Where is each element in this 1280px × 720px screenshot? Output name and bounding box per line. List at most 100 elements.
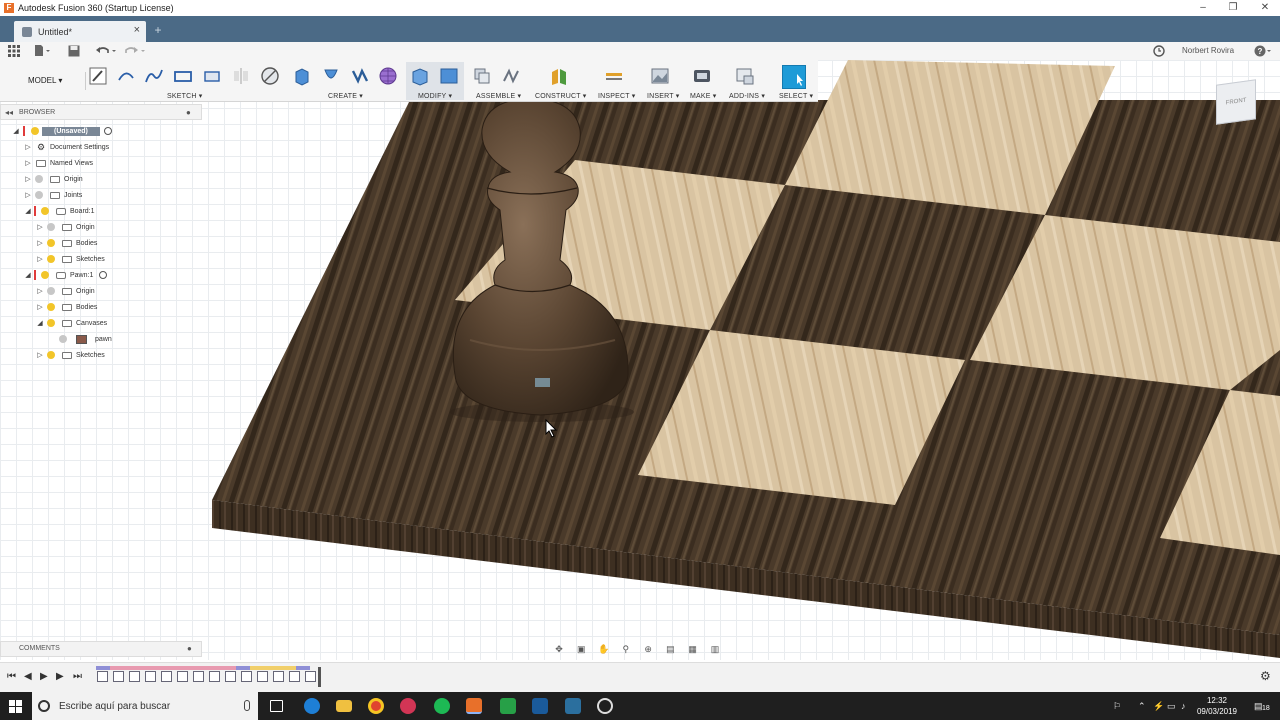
toolbar-group-inspect[interactable]: INSPECT ▾ xyxy=(598,92,635,100)
timeline-feature[interactable] xyxy=(193,671,204,682)
view-cube[interactable]: FRONT xyxy=(1216,79,1256,125)
data-panel-grid-icon[interactable] xyxy=(8,45,20,57)
timeline-settings-gear-icon[interactable]: ⚙ xyxy=(1260,669,1271,683)
expanded-triangle-icon[interactable]: ◢ xyxy=(12,127,20,135)
sweep-icon[interactable] xyxy=(350,66,370,86)
timeline-feature-sketch[interactable] xyxy=(97,671,108,682)
form-icon[interactable] xyxy=(378,66,398,86)
visibility-bulb-icon[interactable] xyxy=(31,127,39,135)
collapsed-triangle-icon[interactable]: ▷ xyxy=(24,191,32,199)
job-status-clock-icon[interactable] xyxy=(1153,45,1165,57)
timeline-feature[interactable] xyxy=(289,671,300,682)
fit-icon[interactable]: ⊕ xyxy=(641,643,655,655)
create-sketch-icon[interactable] xyxy=(88,66,108,86)
collapsed-triangle-icon[interactable]: ▷ xyxy=(36,223,44,231)
toolbar-group-make[interactable]: MAKE ▾ xyxy=(690,92,717,100)
task-view-icon[interactable] xyxy=(270,700,283,712)
press-pull-icon[interactable] xyxy=(410,66,430,86)
collapsed-triangle-icon[interactable]: ▷ xyxy=(36,239,44,247)
toolbar-group-assemble[interactable]: ASSEMBLE ▾ xyxy=(476,92,521,100)
visibility-bulb-icon[interactable] xyxy=(41,207,49,215)
network-icon[interactable]: ⚡ xyxy=(1153,692,1164,720)
user-account-menu[interactable]: Norbert Rovira xyxy=(1182,43,1248,59)
browser-item-pawn-origin[interactable]: ▷ Origin xyxy=(36,283,95,299)
toolbar-group-create[interactable]: CREATE ▾ xyxy=(328,92,363,100)
visibility-bulb-icon[interactable] xyxy=(41,271,49,279)
visibility-bulb-icon[interactable] xyxy=(35,175,43,183)
timeline-feature[interactable] xyxy=(177,671,188,682)
timeline-start-icon[interactable]: ⏮ xyxy=(7,671,16,682)
show-hidden-icons-chevron-up-icon[interactable]: ⌃ xyxy=(1138,692,1146,720)
comments-panel[interactable]: COMMENTS ● xyxy=(0,641,202,657)
browser-item-document-settings[interactable]: ▷ ⚙ Document Settings xyxy=(24,139,109,155)
timeline-feature-canvas[interactable] xyxy=(257,671,268,682)
browser-item-board[interactable]: ◢ Board:1 xyxy=(24,203,95,219)
collapsed-triangle-icon[interactable]: ▷ xyxy=(24,143,32,151)
spotify-icon[interactable] xyxy=(434,698,450,714)
close-window-button[interactable]: ✕ xyxy=(1250,0,1280,16)
minimize-button[interactable]: – xyxy=(1188,0,1218,16)
close-tab-icon[interactable]: × xyxy=(134,24,140,36)
browser-item-board-bodies[interactable]: ▷ Bodies xyxy=(36,235,97,251)
timeline-feature[interactable] xyxy=(225,671,236,682)
timeline-feature[interactable] xyxy=(273,671,284,682)
document-tab[interactable]: Untitled* × xyxy=(14,21,146,42)
timeline-play-icon[interactable]: ▶ xyxy=(40,671,48,682)
timeline-marker[interactable] xyxy=(318,667,321,687)
people-icon[interactable]: ⚐ xyxy=(1113,692,1121,720)
line-icon[interactable] xyxy=(116,66,136,86)
rectangle-icon[interactable] xyxy=(173,66,193,86)
browser-pin-icon[interactable]: ● xyxy=(186,108,191,117)
browser-item-canvases[interactable]: ◢ Canvases xyxy=(36,315,107,331)
browser-item-pawn-bodies[interactable]: ▷ Bodies xyxy=(36,299,97,315)
toolbar-group-select[interactable]: SELECT ▾ xyxy=(779,92,813,100)
attached-canvas-icon[interactable] xyxy=(650,66,670,86)
windows-start-icon[interactable] xyxy=(9,700,22,713)
fusion-360-taskbar-icon[interactable] xyxy=(466,698,482,714)
spline-icon[interactable] xyxy=(144,66,164,86)
volume-icon[interactable]: ♪ xyxy=(1181,692,1186,720)
timeline-end-icon[interactable]: ⏭ xyxy=(73,671,82,682)
edge-browser-icon[interactable] xyxy=(304,698,320,714)
browser-item-canvas-pawn[interactable]: pawn xyxy=(56,331,112,347)
help-icon[interactable]: ? xyxy=(1254,45,1272,57)
battery-icon[interactable]: ▭ xyxy=(1167,692,1176,720)
file-menu-icon[interactable] xyxy=(34,44,50,57)
timeline-feature-extrude[interactable] xyxy=(113,671,124,682)
chrome-icon[interactable] xyxy=(368,698,384,714)
select-tool-button[interactable] xyxy=(782,65,806,89)
comments-pin-icon[interactable]: ● xyxy=(187,642,192,656)
visibility-bulb-icon[interactable] xyxy=(35,191,43,199)
timeline-previous-icon[interactable]: ◀ xyxy=(24,671,32,682)
circle-icon[interactable] xyxy=(202,66,222,86)
scripts-addins-icon[interactable] xyxy=(735,66,755,86)
visibility-bulb-icon[interactable] xyxy=(47,287,55,295)
browser-item-named-views[interactable]: ▷ Named Views xyxy=(24,155,93,171)
taskbar-search-box[interactable]: Escribe aquí para buscar xyxy=(32,692,258,720)
activate-radio-icon[interactable] xyxy=(103,127,112,135)
undo-icon[interactable] xyxy=(95,45,117,57)
visibility-bulb-icon[interactable] xyxy=(47,239,55,247)
collapsed-triangle-icon[interactable]: ▷ xyxy=(36,351,44,359)
browser-item-pawn[interactable]: ◢ Pawn:1 xyxy=(24,267,108,283)
offset-plane-icon[interactable] xyxy=(549,66,569,86)
redo-icon[interactable] xyxy=(124,45,146,57)
toolbar-group-modify[interactable]: MODIFY ▾ xyxy=(418,92,452,100)
extrude-icon[interactable] xyxy=(292,66,312,86)
microphone-icon[interactable] xyxy=(244,700,250,711)
look-at-icon[interactable]: ▣ xyxy=(574,643,588,655)
display-settings-icon[interactable]: ▤ xyxy=(663,643,677,655)
activate-radio-icon[interactable] xyxy=(99,271,108,279)
collapsed-triangle-icon[interactable]: ▷ xyxy=(36,255,44,263)
expanded-triangle-icon[interactable]: ◢ xyxy=(24,271,32,279)
collapsed-triangle-icon[interactable]: ▷ xyxy=(36,287,44,295)
new-tab-button[interactable]: + xyxy=(152,24,164,37)
timeline-feature[interactable] xyxy=(209,671,220,682)
browser-item-origin[interactable]: ▷ Origin xyxy=(24,171,83,187)
orbit-icon[interactable]: ✥ xyxy=(552,643,566,655)
collapsed-triangle-icon[interactable]: ▷ xyxy=(36,303,44,311)
app-icon[interactable] xyxy=(532,698,548,714)
fillet-icon[interactable] xyxy=(439,66,459,86)
expanded-triangle-icon[interactable]: ◢ xyxy=(24,207,32,215)
grid-settings-icon[interactable]: ▦ xyxy=(686,643,700,655)
